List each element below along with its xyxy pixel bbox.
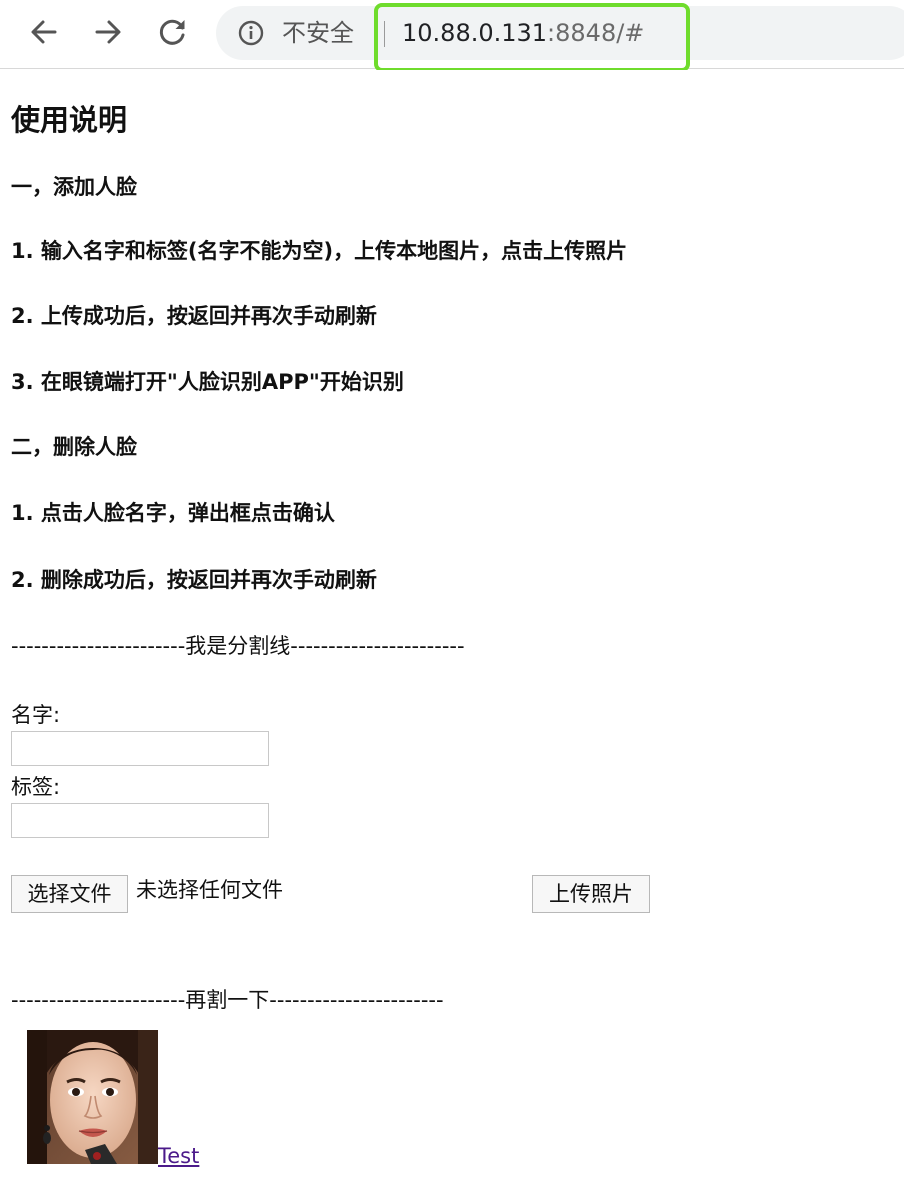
tag-input[interactable] bbox=[11, 803, 269, 838]
face-photo[interactable] bbox=[27, 1030, 158, 1164]
address-divider bbox=[384, 21, 385, 47]
add-step-3: 3. 在眼镜端打开"人脸识别APP"开始识别 bbox=[11, 370, 404, 394]
url-text[interactable]: 10.88.0.131:8848/# bbox=[402, 19, 644, 47]
arrow-left-icon bbox=[29, 17, 59, 47]
page-title: 使用说明 bbox=[11, 103, 128, 137]
separator-line: -----------------------我是分割线------------… bbox=[11, 634, 465, 658]
browser-toolbar: 不安全 10.88.0.131:8848/# bbox=[0, 0, 904, 72]
name-input[interactable] bbox=[11, 731, 269, 766]
separator-line-2: -----------------------再割一下-------------… bbox=[11, 988, 444, 1012]
forward-button[interactable] bbox=[90, 14, 126, 50]
add-step-1: 1. 输入名字和标签(名字不能为空)，上传本地图片，点击上传照片 bbox=[11, 239, 628, 263]
page-content: 使用说明 一，添加人脸 1. 输入名字和标签(名字不能为空)，上传本地图片，点击… bbox=[0, 70, 904, 1196]
choose-file-button[interactable]: 选择文件 bbox=[11, 875, 128, 913]
address-bar[interactable]: 不安全 10.88.0.131:8848/# bbox=[216, 6, 904, 60]
arrow-right-icon bbox=[93, 17, 123, 47]
upload-photo-button[interactable]: 上传照片 bbox=[532, 875, 650, 913]
url-path: :8848/# bbox=[547, 19, 645, 47]
security-status[interactable]: 不安全 bbox=[282, 19, 354, 47]
face-portrait-image bbox=[27, 1030, 158, 1164]
tag-label: 标签: bbox=[11, 775, 61, 799]
info-icon[interactable] bbox=[238, 20, 264, 46]
reload-button[interactable] bbox=[155, 14, 191, 50]
section-delete-heading: 二，删除人脸 bbox=[11, 435, 137, 459]
delete-step-1: 1. 点击人脸名字，弹出框点击确认 bbox=[11, 501, 335, 525]
add-step-2: 2. 上传成功后，按返回并再次手动刷新 bbox=[11, 304, 377, 328]
face-name-link[interactable]: Test bbox=[158, 1143, 199, 1169]
section-add-heading: 一，添加人脸 bbox=[11, 175, 137, 199]
file-status: 未选择任何文件 bbox=[136, 878, 283, 902]
reload-icon bbox=[157, 16, 189, 48]
back-button[interactable] bbox=[26, 14, 62, 50]
url-host: 10.88.0.131 bbox=[402, 19, 548, 47]
name-label: 名字: bbox=[11, 703, 61, 727]
delete-step-2: 2. 删除成功后，按返回并再次手动刷新 bbox=[11, 568, 377, 592]
